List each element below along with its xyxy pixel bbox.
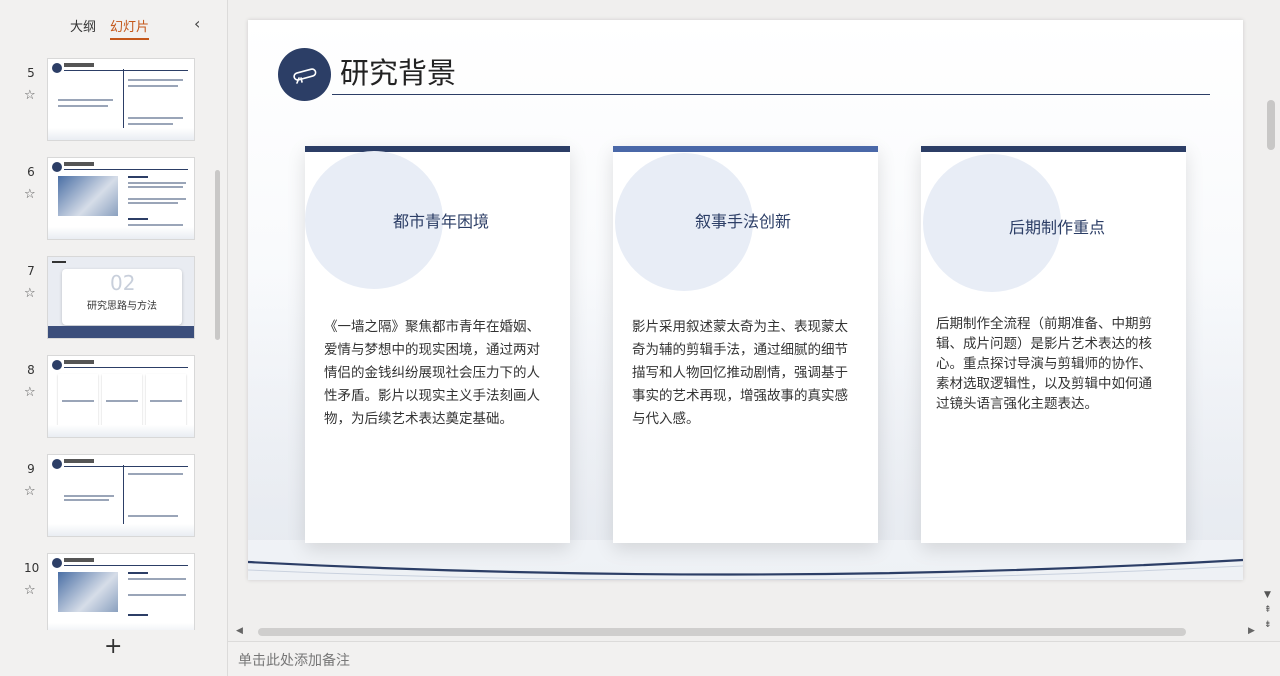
card-body: 影片采用叙述蒙太奇为主、表现蒙太奇为辅的剪辑手法，通过细腻的细节描写和人物回忆推… [632,319,848,427]
slide-number: 9 [27,462,35,476]
card-top-bar [305,146,570,152]
slide-thumbnail-row: 10 ☆ [0,553,215,630]
star-icon[interactable]: ☆ [24,286,36,301]
card-urban-youth[interactable]: 都市青年困境 《一墙之隔》聚焦都市青年在婚姻、爱情与梦想中的现实困境，通过两对情… [305,146,570,543]
thumbnail-list: 5 ☆ 6 ☆ 7 ☆ 02 研究思路与方法 8 ☆ 9 ☆ 10 ☆ [0,50,215,630]
slide-thumbnail[interactable]: 02 研究思路与方法 [47,256,195,339]
slide-number: 5 [27,66,35,80]
slide-thumbnail-row: 5 ☆ [0,58,215,146]
tab-outline[interactable]: 大纲 [70,16,96,40]
scroll-right-icon[interactable]: ▶ [1248,626,1255,636]
chevron-left-icon[interactable]: ‹ [194,14,200,33]
section-number: 02 [110,271,136,295]
slide-thumbnail-row: 8 ☆ [0,355,215,443]
card-title: 叙事手法创新 [695,212,792,231]
next-slide-icon[interactable]: ⇟ [1264,620,1272,630]
thumbnail-scrollbar[interactable] [215,170,220,340]
card-body: 《一墙之隔》聚焦都市青年在婚姻、爱情与梦想中的现实困境，通过两对情侣的金钱纠纷展… [324,319,540,427]
star-icon[interactable]: ☆ [24,187,36,202]
star-icon[interactable]: ☆ [24,484,36,499]
card-top-bar [921,146,1186,152]
slide-thumbnail-row: 6 ☆ [0,157,215,245]
slide-thumbnail-row: 7 ☆ 02 研究思路与方法 [0,256,215,344]
tab-slides[interactable]: 幻灯片 [110,16,150,40]
slide-thumbnail[interactable] [47,157,195,240]
bottom-wave [248,558,1243,580]
star-icon[interactable]: ☆ [24,88,36,103]
scroll-left-icon[interactable]: ◀ [236,626,243,636]
section-title: 研究思路与方法 [87,301,157,312]
card-narrative[interactable]: 叙事手法创新 影片采用叙述蒙太奇为主、表现蒙太奇为辅的剪辑手法，通过细腻的细节描… [613,146,878,543]
star-icon[interactable]: ☆ [24,385,36,400]
slide-thumbnail[interactable] [47,355,195,438]
notes-placeholder[interactable]: 单击此处添加备注 [238,650,350,670]
scroll-down-icon[interactable]: ▼ [1264,590,1271,600]
star-icon[interactable]: ☆ [24,583,36,598]
card-title: 后期制作重点 [1009,218,1106,237]
slides-panel: 大纲 幻灯片 ‹ 5 ☆ 6 ☆ 7 ☆ 02 研究思路与方法 8 ☆ 9 ☆ … [0,0,228,676]
card-body: 后期制作全流程（前期准备、中期剪辑、成片问题）是影片艺术表达的核心。重点探讨导演… [936,316,1152,412]
previous-slide-icon[interactable]: ⇞ [1264,605,1272,615]
slide-number: 6 [27,165,35,179]
slide-canvas[interactable]: 研究背景 都市青年困境 《一墙之隔》聚焦都市青年在婚姻、爱情与梦想中的现实困境，… [248,20,1243,580]
slide-thumbnail[interactable] [47,58,195,141]
slide-number: 10 [24,561,40,575]
card-post-production[interactable]: 后期制作重点 后期制作全流程（前期准备、中期剪辑、成片问题）是影片艺术表达的核心… [921,146,1186,543]
scroll-diploma-icon [278,48,331,101]
slide-thumbnail-row: 9 ☆ [0,454,215,542]
panel-tabs: 大纲 幻灯片 [70,16,150,40]
horizontal-scrollbar[interactable] [258,628,1186,636]
slide-thumbnail[interactable] [47,553,195,630]
plus-icon[interactable]: + [104,634,122,659]
slide-number: 8 [27,363,35,377]
slide-thumbnail[interactable] [47,454,195,537]
vertical-scrollbar[interactable] [1267,100,1275,150]
card-title: 都市青年困境 [393,212,490,231]
slide-number: 7 [27,264,35,278]
notes-pane[interactable]: 单击此处添加备注 [228,641,1280,676]
card-top-bar [613,146,878,152]
title-underline [332,94,1210,95]
slide-title[interactable]: 研究背景 [340,50,456,92]
